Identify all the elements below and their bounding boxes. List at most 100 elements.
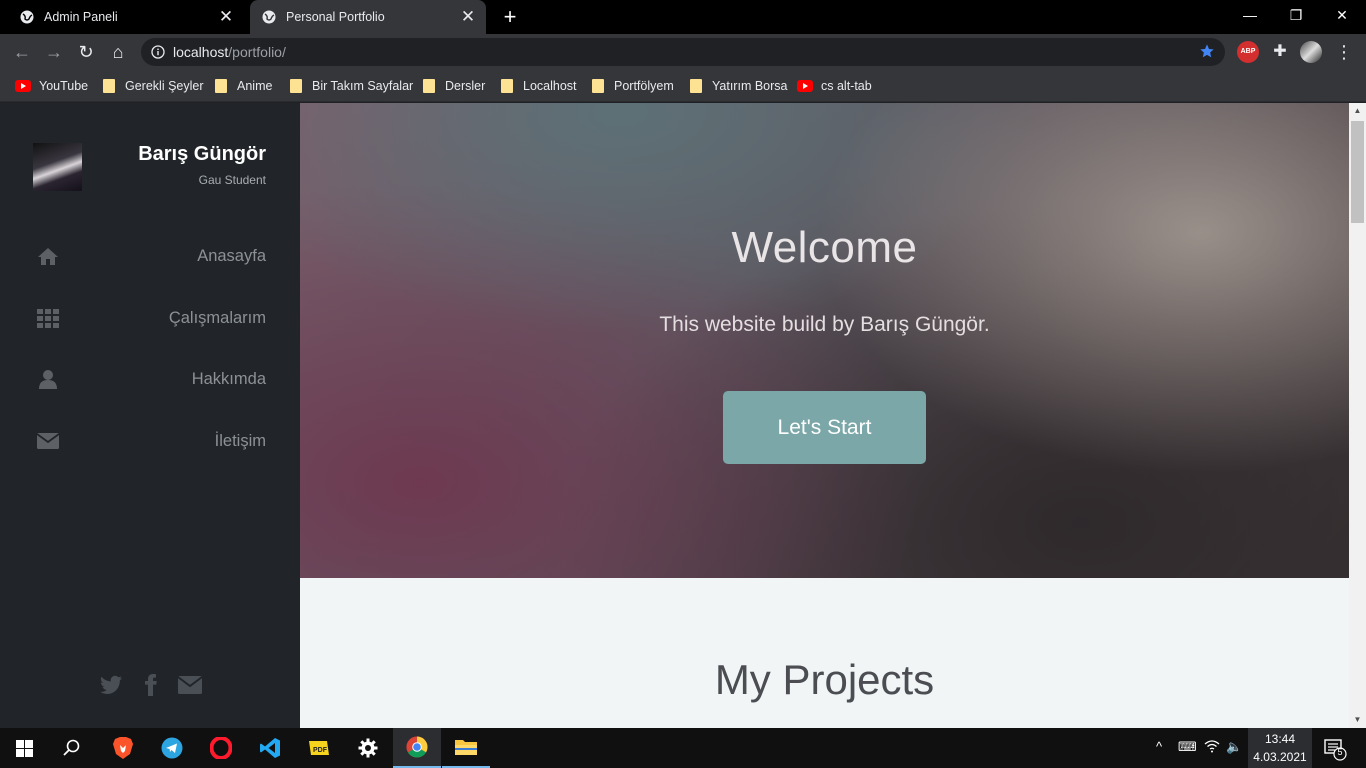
url-path: /portfolio/ — [228, 44, 286, 60]
folder-icon — [103, 79, 115, 93]
bookmarks-bar: YouTube Gerekli Şeyler Anime Bir Takım S… — [0, 70, 1366, 102]
globe-icon — [20, 10, 34, 24]
bookmark-cs-alt-tab[interactable]: cs alt-tab — [797, 76, 872, 96]
scroll-down-icon[interactable]: ▼ — [1349, 712, 1366, 728]
folder-icon — [690, 79, 702, 93]
adblock-plus-icon[interactable]: ABP — [1237, 41, 1259, 63]
notification-center-icon[interactable]: 5 — [1320, 734, 1350, 762]
new-tab-button[interactable]: + — [498, 4, 522, 30]
hero-title: Welcome — [731, 223, 918, 272]
nav-item-iletisim[interactable]: İletişim — [0, 421, 300, 461]
envelope-icon[interactable] — [177, 673, 203, 697]
back-icon[interactable]: ← — [10, 40, 34, 64]
clock-date: 4.03.2021 — [1253, 750, 1307, 764]
forward-icon[interactable]: → — [42, 40, 66, 64]
brave-icon[interactable] — [99, 728, 147, 768]
twitter-icon[interactable] — [98, 673, 124, 697]
browser-menu-icon[interactable]: ⋮ — [1333, 41, 1355, 63]
reload-icon[interactable]: ↻ — [74, 40, 98, 64]
globe-icon — [262, 10, 276, 24]
close-tab-icon[interactable]: ✕ — [214, 7, 238, 27]
sidebar: Barış Güngör Gau Student Anasayfa Çalışm… — [0, 103, 300, 728]
close-tab-icon[interactable]: ✕ — [456, 7, 480, 27]
profile-subtitle: Gau Student — [198, 173, 266, 187]
bookmark-label: Anime — [237, 79, 273, 93]
nav-label: Çalışmalarım — [168, 309, 266, 327]
nav-label: Anasayfa — [197, 247, 266, 265]
folder-icon — [501, 79, 513, 93]
folder-icon — [423, 79, 435, 93]
extensions-puzzle-icon[interactable]: ✚ — [1269, 41, 1291, 63]
bookmark-localhost[interactable]: Localhost — [501, 76, 577, 96]
bookmark-portfolyem[interactable]: Portfölyem — [592, 76, 674, 96]
opera-icon[interactable] — [197, 728, 245, 768]
tab-strip: Admin Paneli ✕ Personal Portfolio ✕ + — … — [0, 0, 1366, 34]
avatar — [33, 143, 82, 191]
bookmark-label: cs alt-tab — [821, 79, 872, 93]
folder-icon — [215, 79, 227, 93]
site-info-icon[interactable] — [151, 45, 165, 59]
network-wifi-icon[interactable] — [1204, 739, 1220, 756]
user-icon — [39, 370, 57, 389]
folder-icon — [592, 79, 604, 93]
windows-start-icon[interactable] — [0, 728, 48, 768]
pdf-icon[interactable]: PDF — [295, 728, 343, 768]
nav-label: İletişim — [214, 432, 266, 450]
home-icon[interactable]: ⌂ — [106, 40, 130, 64]
bookmark-bir-takim-sayfalar[interactable]: Bir Takım Sayfalar — [290, 76, 413, 96]
scroll-up-icon[interactable]: ▲ — [1349, 103, 1366, 119]
bookmark-star-icon[interactable] — [1199, 43, 1215, 59]
section-title: My Projects — [714, 656, 935, 703]
tab-title: Personal Portfolio — [286, 10, 385, 24]
svg-text:PDF: PDF — [313, 747, 328, 754]
taskbar-clock[interactable]: 13:44 4.03.2021 — [1248, 728, 1312, 768]
bookmark-yatirim-borsa[interactable]: Yatırım Borsa — [690, 76, 787, 96]
envelope-icon — [37, 433, 59, 449]
folder-icon — [290, 79, 302, 93]
address-bar[interactable]: localhost/portfolio/ — [141, 38, 1225, 66]
bookmark-label: Portfölyem — [614, 79, 674, 93]
telegram-icon[interactable] — [148, 728, 196, 768]
bookmark-youtube[interactable]: YouTube — [15, 76, 88, 96]
facebook-icon[interactable] — [138, 673, 164, 697]
home-icon — [38, 248, 58, 265]
input-indicator-icon[interactable]: ⌨ — [1178, 739, 1197, 755]
volume-icon[interactable]: 🔈 — [1226, 739, 1242, 755]
hero-subtitle: This website build by Barış Güngör. — [659, 313, 990, 336]
youtube-icon — [797, 80, 813, 92]
lets-start-button[interactable]: Let's Start — [723, 391, 926, 464]
nav-label: Hakkımda — [191, 370, 266, 388]
bookmark-label: YouTube — [39, 79, 89, 93]
tab-title: Admin Paneli — [44, 10, 118, 24]
profile-name[interactable]: Barış Güngör — [138, 143, 266, 166]
nav-item-anasayfa[interactable]: Anasayfa — [0, 236, 300, 276]
settings-icon[interactable] — [344, 728, 392, 768]
file-explorer-icon[interactable] — [442, 728, 490, 768]
clock-time: 13:44 — [1264, 732, 1296, 746]
vscode-icon[interactable] — [246, 728, 294, 768]
minimize-button[interactable]: — — [1227, 0, 1273, 32]
bookmark-gerekli-seyler[interactable]: Gerekli Şeyler — [103, 76, 204, 96]
tab-admin-paneli[interactable]: Admin Paneli ✕ — [8, 0, 244, 34]
projects-section: My Projects — [300, 578, 1349, 728]
grid-icon — [37, 309, 59, 328]
nav-item-calismalarim[interactable]: Çalışmalarım — [0, 298, 300, 338]
url-text: localhost/portfolio/ — [173, 44, 286, 60]
tab-personal-portfolio[interactable]: Personal Portfolio ✕ — [250, 0, 486, 34]
scrollbar-thumb[interactable] — [1351, 121, 1364, 223]
chrome-icon[interactable] — [393, 728, 441, 768]
bookmark-label: Gerekli Şeyler — [125, 79, 204, 93]
bookmark-label: Yatırım Borsa — [712, 79, 788, 93]
search-icon[interactable] — [48, 728, 96, 768]
profile-avatar[interactable] — [1300, 41, 1322, 63]
page-scrollbar[interactable]: ▲ ▼ — [1349, 103, 1366, 728]
bookmark-dersler[interactable]: Dersler — [423, 76, 485, 96]
nav-item-hakkimda[interactable]: Hakkımda — [0, 359, 300, 399]
close-window-button[interactable]: ✕ — [1319, 0, 1365, 32]
bookmark-anime[interactable]: Anime — [215, 76, 272, 96]
restore-button[interactable]: ❐ — [1273, 0, 1319, 32]
hero-section: Welcome This website build by Barış Güng… — [300, 103, 1349, 578]
show-hidden-icons-chevron-icon[interactable]: ^ — [1156, 739, 1162, 754]
bookmark-label: Localhost — [523, 79, 577, 93]
bookmark-label: Dersler — [445, 79, 486, 93]
